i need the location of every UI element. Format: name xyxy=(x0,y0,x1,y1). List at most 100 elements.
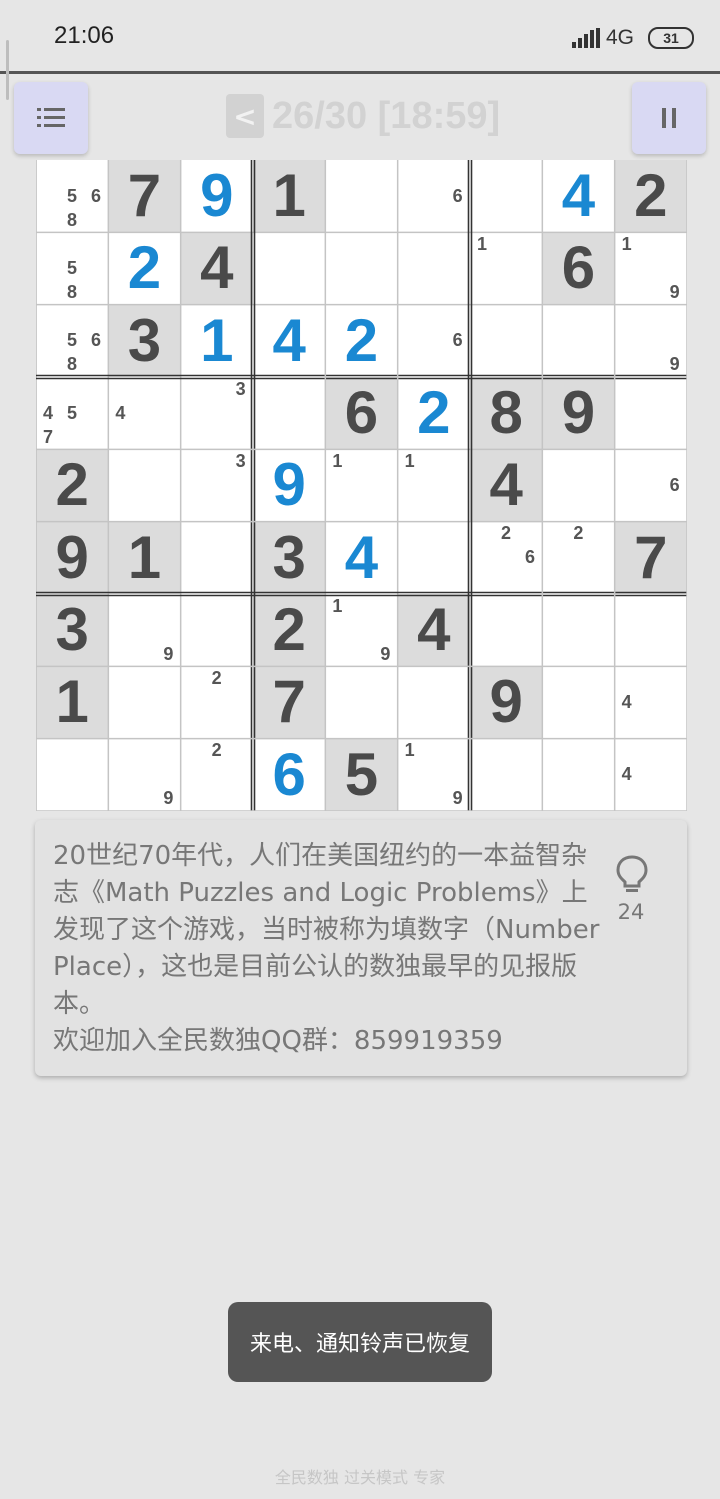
sudoku-cell-r2c1[interactable]: 58 xyxy=(36,232,109,305)
pencil-note: 8 xyxy=(66,281,77,302)
sudoku-cell-r6c5[interactable]: 4 xyxy=(325,521,398,594)
pencil-note: 5 xyxy=(66,257,77,278)
pencil-note: 9 xyxy=(163,643,174,664)
sudoku-cell-r5c6[interactable]: 1 xyxy=(397,449,470,522)
sudoku-cell-r6c7[interactable]: 26 xyxy=(470,521,543,594)
sudoku-cell-r5c8[interactable] xyxy=(542,449,615,522)
sudoku-cell-r6c8[interactable]: 2 xyxy=(542,521,615,594)
sudoku-cell-r1c3[interactable]: 9 xyxy=(180,160,253,233)
sudoku-cell-r3c8[interactable] xyxy=(542,304,615,377)
sudoku-cell-r8c6[interactable] xyxy=(397,666,470,739)
sudoku-cell-r7c3[interactable] xyxy=(180,594,253,667)
sudoku-cell-r2c5[interactable] xyxy=(325,232,398,305)
sudoku-cell-r8c7[interactable]: 9 xyxy=(470,666,543,739)
sudoku-cell-r7c2[interactable]: 9 xyxy=(108,594,181,667)
sudoku-cell-r9c5[interactable]: 5 xyxy=(325,738,398,811)
sudoku-cell-r9c4[interactable]: 6 xyxy=(253,738,326,811)
cell-digit: 9 xyxy=(55,523,89,591)
sudoku-cell-r2c8[interactable]: 6 xyxy=(542,232,615,305)
info-text: 20世纪70年代，人们在美国纽约的一本益智杂志《Math Puzzles and… xyxy=(53,838,613,1060)
sudoku-cell-r9c9[interactable]: 4 xyxy=(614,738,687,811)
sudoku-cell-r7c9[interactable] xyxy=(614,594,687,667)
sudoku-cell-r4c1[interactable]: 457 xyxy=(36,377,109,450)
menu-button[interactable] xyxy=(14,82,88,154)
sudoku-cell-r5c5[interactable]: 1 xyxy=(325,449,398,522)
sudoku-cell-r1c4[interactable]: 1 xyxy=(253,160,326,233)
sudoku-cell-r7c5[interactable]: 19 xyxy=(325,594,398,667)
sudoku-cell-r2c6[interactable] xyxy=(397,232,470,305)
sudoku-cell-r7c7[interactable] xyxy=(470,594,543,667)
sudoku-cell-r7c1[interactable]: 3 xyxy=(36,594,109,667)
sudoku-cell-r4c3[interactable]: 3 xyxy=(180,377,253,450)
sudoku-cell-r6c9[interactable]: 7 xyxy=(614,521,687,594)
sudoku-cell-r3c1[interactable]: 568 xyxy=(36,304,109,377)
sudoku-cell-r6c3[interactable] xyxy=(180,521,253,594)
sudoku-cell-r1c8[interactable]: 4 xyxy=(542,160,615,233)
sudoku-cell-r2c9[interactable]: 19 xyxy=(614,232,687,305)
sudoku-cell-r5c7[interactable]: 4 xyxy=(470,449,543,522)
sudoku-cell-r7c4[interactable]: 2 xyxy=(253,594,326,667)
pencil-note: 6 xyxy=(669,474,680,495)
lightbulb-icon[interactable] xyxy=(615,854,649,896)
previous-level-button[interactable]: < xyxy=(226,94,264,138)
sudoku-cell-r2c3[interactable]: 4 xyxy=(180,232,253,305)
sudoku-cell-r4c6[interactable]: 2 xyxy=(397,377,470,450)
sudoku-cell-r1c6[interactable]: 6 xyxy=(397,160,470,233)
sudoku-cell-r5c4[interactable]: 9 xyxy=(253,449,326,522)
sudoku-cell-r1c9[interactable]: 2 xyxy=(614,160,687,233)
pencil-note: 1 xyxy=(404,450,415,471)
pencil-note: 6 xyxy=(90,330,101,351)
sudoku-cell-r1c5[interactable] xyxy=(325,160,398,233)
sudoku-cell-r8c5[interactable] xyxy=(325,666,398,739)
sudoku-cell-r6c4[interactable]: 3 xyxy=(253,521,326,594)
pencil-note: 4 xyxy=(42,402,53,423)
sudoku-cell-r9c6[interactable]: 19 xyxy=(397,738,470,811)
sudoku-cell-r4c2[interactable]: 4 xyxy=(108,377,181,450)
sudoku-cell-r3c6[interactable]: 6 xyxy=(397,304,470,377)
sudoku-cell-r9c3[interactable]: 2 xyxy=(180,738,253,811)
sudoku-cell-r8c8[interactable] xyxy=(542,666,615,739)
header-level-bar: < 26/30 [18:59] xyxy=(226,94,500,138)
sudoku-cell-r4c5[interactable]: 6 xyxy=(325,377,398,450)
pencil-note: 4 xyxy=(115,402,126,423)
sudoku-cell-r6c2[interactable]: 1 xyxy=(108,521,181,594)
sudoku-cell-r5c3[interactable]: 3 xyxy=(180,449,253,522)
sudoku-cell-r3c4[interactable]: 4 xyxy=(253,304,326,377)
sudoku-cell-r3c5[interactable]: 2 xyxy=(325,304,398,377)
sudoku-cell-r2c4[interactable] xyxy=(253,232,326,305)
sudoku-cell-r1c1[interactable]: 568 xyxy=(36,160,109,233)
sudoku-cell-r8c3[interactable]: 2 xyxy=(180,666,253,739)
sudoku-cell-r3c7[interactable] xyxy=(470,304,543,377)
sudoku-cell-r6c1[interactable]: 9 xyxy=(36,521,109,594)
sudoku-cell-r2c7[interactable]: 1 xyxy=(470,232,543,305)
sudoku-cell-r1c2[interactable]: 7 xyxy=(108,160,181,233)
sudoku-cell-r4c9[interactable] xyxy=(614,377,687,450)
sudoku-cell-r3c9[interactable]: 9 xyxy=(614,304,687,377)
sudoku-cell-r9c7[interactable] xyxy=(470,738,543,811)
sudoku-cell-r8c1[interactable]: 1 xyxy=(36,666,109,739)
sudoku-cell-r9c8[interactable] xyxy=(542,738,615,811)
sudoku-cell-r2c2[interactable]: 2 xyxy=(108,232,181,305)
sudoku-cell-r8c2[interactable] xyxy=(108,666,181,739)
sudoku-cell-r4c7[interactable]: 8 xyxy=(470,377,543,450)
sudoku-cell-r9c1[interactable] xyxy=(36,738,109,811)
sudoku-cell-r5c2[interactable] xyxy=(108,449,181,522)
sudoku-cell-r5c1[interactable]: 2 xyxy=(36,449,109,522)
sudoku-cell-r8c4[interactable]: 7 xyxy=(253,666,326,739)
cell-digit: 4 xyxy=(344,523,379,591)
sudoku-cell-r8c9[interactable]: 4 xyxy=(614,666,687,739)
sudoku-cell-r7c6[interactable]: 4 xyxy=(397,594,470,667)
sudoku-cell-r7c8[interactable] xyxy=(542,594,615,667)
pencil-note: 8 xyxy=(66,354,77,375)
edge-indicator xyxy=(6,40,9,100)
sudoku-cell-r4c4[interactable] xyxy=(253,377,326,450)
sudoku-cell-r5c9[interactable]: 6 xyxy=(614,449,687,522)
sudoku-cell-r4c8[interactable]: 9 xyxy=(542,377,615,450)
sudoku-cell-r3c3[interactable]: 1 xyxy=(180,304,253,377)
sudoku-cell-r3c2[interactable]: 3 xyxy=(108,304,181,377)
pencil-note: 9 xyxy=(163,788,174,809)
pause-button[interactable] xyxy=(632,82,706,154)
sudoku-cell-r6c6[interactable] xyxy=(397,521,470,594)
sudoku-cell-r1c7[interactable] xyxy=(470,160,543,233)
sudoku-cell-r9c2[interactable]: 9 xyxy=(108,738,181,811)
